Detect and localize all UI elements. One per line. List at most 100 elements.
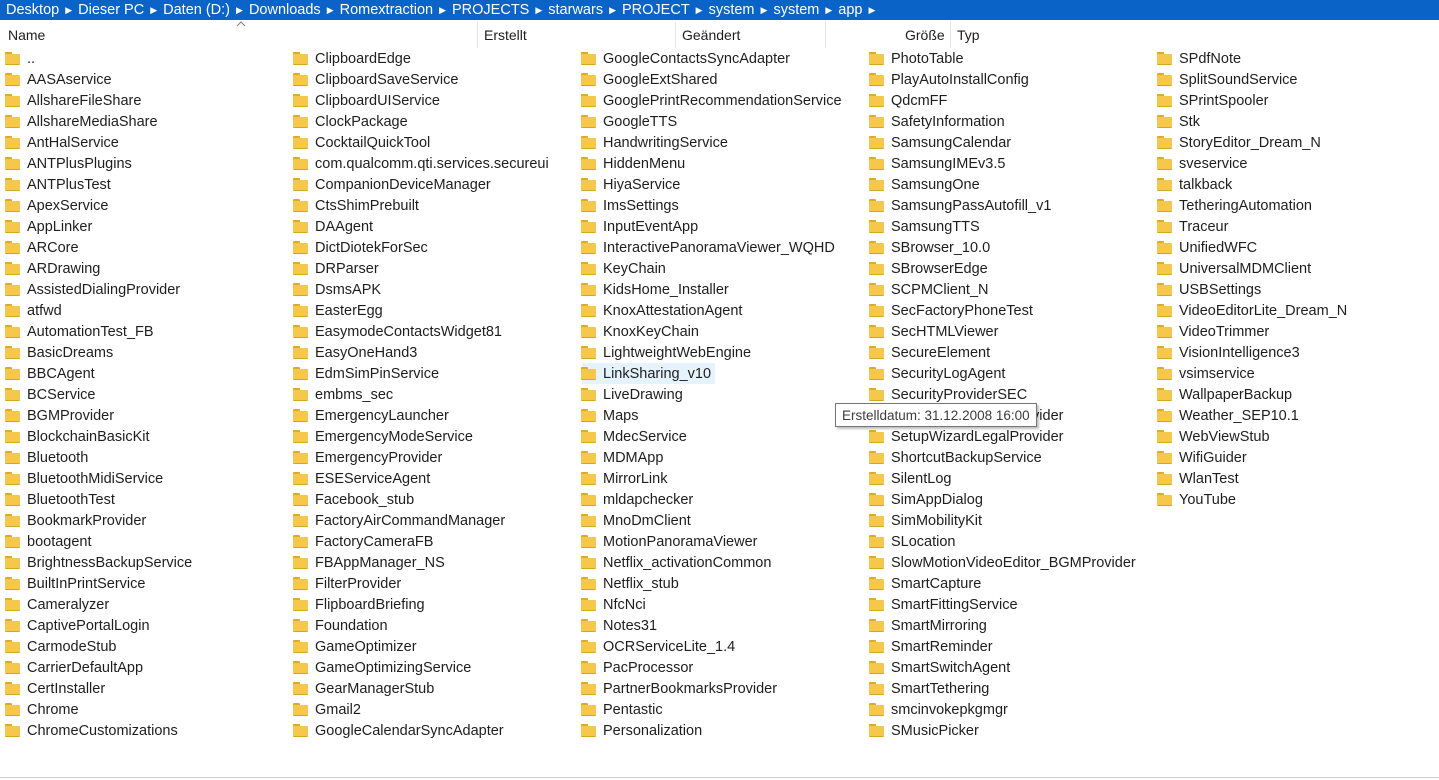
list-item[interactable]: FactoryCameraFB xyxy=(293,531,437,552)
list-item[interactable]: Weather_SEP10.1 xyxy=(1157,405,1303,426)
list-item[interactable]: UnifiedWFC xyxy=(1157,237,1261,258)
list-item[interactable]: Netflix_stub xyxy=(581,573,683,594)
list-item[interactable]: MnoDmClient xyxy=(581,510,695,531)
list-item[interactable]: HandwritingService xyxy=(581,132,732,153)
breadcrumb-item[interactable]: system xyxy=(709,2,755,18)
list-item[interactable]: .. xyxy=(5,48,39,69)
chevron-right-icon[interactable]: ▶ xyxy=(65,5,72,16)
list-item[interactable]: ImsSettings xyxy=(581,195,683,216)
list-item[interactable]: DsmsAPK xyxy=(293,279,385,300)
list-item[interactable]: WebViewStub xyxy=(1157,426,1274,447)
list-item[interactable]: HiddenMenu xyxy=(581,153,689,174)
list-item[interactable]: SamsungPassAutofill_v1 xyxy=(869,195,1055,216)
list-item[interactable]: SecureElement xyxy=(869,342,994,363)
list-item[interactable]: CtsShimPrebuilt xyxy=(293,195,423,216)
column-divider[interactable] xyxy=(825,22,826,48)
list-item[interactable]: NfcNci xyxy=(581,594,650,615)
list-item[interactable]: EasyOneHand3 xyxy=(293,342,421,363)
chevron-right-icon[interactable]: ▶ xyxy=(327,5,334,16)
list-item[interactable]: WlanTest xyxy=(1157,468,1243,489)
list-item[interactable]: BlockchainBasicKit xyxy=(5,426,154,447)
list-item[interactable]: LightweightWebEngine xyxy=(581,342,755,363)
list-item[interactable]: LinkSharing_v10 xyxy=(581,363,716,384)
list-item[interactable]: SCPMClient_N xyxy=(869,279,993,300)
list-item[interactable]: Maps xyxy=(581,405,642,426)
list-item[interactable]: Facebook_stub xyxy=(293,489,418,510)
list-item[interactable]: AllshareFileShare xyxy=(5,90,145,111)
list-item[interactable]: SamsungTTS xyxy=(869,216,984,237)
list-item[interactable]: CarmodeStub xyxy=(5,636,120,657)
column-divider[interactable] xyxy=(950,22,951,48)
list-item[interactable]: BrightnessBackupService xyxy=(5,552,196,573)
list-item[interactable]: FactoryAirCommandManager xyxy=(293,510,509,531)
list-item[interactable]: SamsungOne xyxy=(869,174,984,195)
list-item[interactable]: GameOptimizer xyxy=(293,636,421,657)
list-item[interactable]: BCService xyxy=(5,384,100,405)
list-item[interactable]: ApexService xyxy=(5,195,112,216)
list-item[interactable]: YouTube xyxy=(1157,489,1240,510)
list-item[interactable]: BasicDreams xyxy=(5,342,117,363)
list-item[interactable]: KnoxKeyChain xyxy=(581,321,703,342)
list-item[interactable]: SmartReminder xyxy=(869,636,997,657)
list-item[interactable]: LiveDrawing xyxy=(581,384,687,405)
list-item[interactable]: MirrorLink xyxy=(581,468,671,489)
list-item[interactable]: GoogleTTS xyxy=(581,111,681,132)
list-item[interactable]: Personalization xyxy=(581,720,706,741)
breadcrumb-item[interactable]: PROJECT xyxy=(622,2,690,18)
list-item[interactable]: EmergencyProvider xyxy=(293,447,446,468)
list-item[interactable]: MotionPanoramaViewer xyxy=(581,531,761,552)
list-item[interactable]: embms_sec xyxy=(293,384,397,405)
list-item[interactable]: GoogleExtShared xyxy=(581,69,721,90)
list-item[interactable]: SetupWizardLegalProvider xyxy=(869,426,1067,447)
list-item[interactable]: SecurityProviderSEC xyxy=(869,384,1031,405)
list-item[interactable]: atfwd xyxy=(5,300,66,321)
list-item[interactable]: CaptivePortalLogin xyxy=(5,615,154,636)
list-item[interactable]: InteractivePanoramaViewer_WQHD xyxy=(581,237,839,258)
list-item[interactable]: ShortcutBackupService xyxy=(869,447,1046,468)
list-item[interactable]: StoryEditor_Dream_N xyxy=(1157,132,1325,153)
list-item[interactable]: AntHalService xyxy=(5,132,123,153)
list-item[interactable]: Gmail2 xyxy=(293,699,365,720)
list-item[interactable]: BluetoothTest xyxy=(5,489,119,510)
list-item[interactable]: CocktailQuickTool xyxy=(293,132,434,153)
list-item[interactable]: SamsungIMEv3.5 xyxy=(869,153,1009,174)
list-item[interactable]: ANTPlusTest xyxy=(5,174,115,195)
list-item[interactable]: SPrintSpooler xyxy=(1157,90,1272,111)
list-item[interactable]: FilterProvider xyxy=(293,573,405,594)
list-item[interactable]: MDMApp xyxy=(581,447,667,468)
list-item[interactable]: EdmSimPinService xyxy=(293,363,443,384)
list-item[interactable]: SmartMirroring xyxy=(869,615,991,636)
list-item[interactable]: talkback xyxy=(1157,174,1236,195)
list-item[interactable]: CompanionDeviceManager xyxy=(293,174,495,195)
list-item[interactable]: ESEServiceAgent xyxy=(293,468,434,489)
column-header-name[interactable]: Name xyxy=(8,27,45,43)
list-item[interactable]: SLocation xyxy=(869,531,960,552)
breadcrumb-item[interactable]: PROJECTS xyxy=(452,2,529,18)
list-item[interactable]: BBCAgent xyxy=(5,363,99,384)
list-item[interactable]: VisionIntelligence3 xyxy=(1157,342,1304,363)
list-item[interactable]: SMusicPicker xyxy=(869,720,983,741)
list-item[interactable]: DRParser xyxy=(293,258,383,279)
list-item[interactable]: QdcmFF xyxy=(869,90,951,111)
list-item[interactable]: HiyaService xyxy=(581,174,684,195)
list-item[interactable]: FBAppManager_NS xyxy=(293,552,449,573)
list-item[interactable]: AutomationTest_FB xyxy=(5,321,158,342)
list-item[interactable]: mldapchecker xyxy=(581,489,697,510)
chevron-right-icon[interactable]: ▶ xyxy=(868,5,875,16)
breadcrumb-item[interactable]: Downloads xyxy=(249,2,321,18)
list-item[interactable]: VideoEditorLite_Dream_N xyxy=(1157,300,1351,321)
list-item[interactable]: vsimservice xyxy=(1157,363,1259,384)
list-item[interactable]: EasterEgg xyxy=(293,300,387,321)
list-item[interactable]: SBrowser_10.0 xyxy=(869,237,994,258)
list-item[interactable]: ANTPlusPlugins xyxy=(5,153,136,174)
list-item[interactable]: Bluetooth xyxy=(5,447,92,468)
list-item[interactable]: AppLinker xyxy=(5,216,96,237)
list-item[interactable]: KeyChain xyxy=(581,258,670,279)
column-header-created[interactable]: Erstellt xyxy=(484,27,527,43)
list-item[interactable]: BuiltInPrintService xyxy=(5,573,149,594)
column-header-size[interactable]: Größe xyxy=(905,27,945,43)
list-item[interactable]: GoogleCalendarSyncAdapter xyxy=(293,720,508,741)
list-item[interactable]: PartnerBookmarksProvider xyxy=(581,678,781,699)
column-divider[interactable] xyxy=(675,22,676,48)
list-item[interactable]: WifiGuider xyxy=(1157,447,1251,468)
